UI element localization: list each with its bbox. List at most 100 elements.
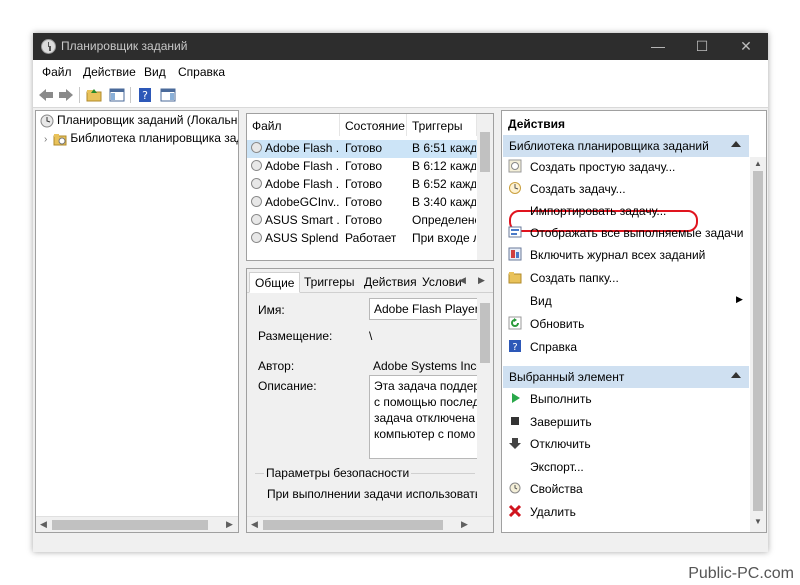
general-tab-content: Имя: Adobe Flash Player N Размещение: \ … bbox=[247, 293, 483, 517]
menu-help[interactable]: Справка bbox=[178, 65, 225, 79]
tree-library-label: Библиотека планировщика задa bbox=[70, 131, 239, 145]
svg-text:?: ? bbox=[142, 89, 148, 102]
collapse-caret-icon[interactable] bbox=[731, 372, 741, 378]
show-hide-action-pane-icon[interactable] bbox=[159, 86, 177, 104]
name-label: Имя: bbox=[258, 303, 285, 317]
close-button[interactable]: ✕ bbox=[724, 33, 768, 60]
details-horizontal-scrollbar[interactable]: ◀ ▶ bbox=[247, 516, 493, 532]
scrollbar-thumb[interactable] bbox=[480, 303, 490, 363]
library-section-title: Библиотека планировщика заданий bbox=[509, 139, 709, 153]
task-list-vertical-scrollbar[interactable] bbox=[477, 114, 493, 260]
forward-arrow-icon[interactable] bbox=[57, 86, 75, 104]
task-state-cell: Работает bbox=[345, 231, 397, 245]
security-run-as-text: При выполнении задачи использовать с bbox=[267, 487, 477, 501]
tree-horizontal-scrollbar[interactable]: ◀ ▶ bbox=[36, 516, 238, 532]
action-label: Вид bbox=[530, 294, 552, 308]
tab-scroll-right-icon[interactable]: ▶ bbox=[478, 275, 485, 286]
disable-icon bbox=[509, 438, 521, 449]
details-vertical-scrollbar[interactable] bbox=[477, 293, 493, 517]
task-trigger-cell: В 3:40 кажды bbox=[412, 195, 476, 209]
selected-section-title: Выбранный элемент bbox=[509, 370, 625, 384]
tree-item-library[interactable]: › Библиотека планировщика задa bbox=[44, 131, 239, 149]
actions-vertical-scrollbar[interactable]: ▲ ▼ bbox=[750, 157, 766, 532]
table-row[interactable]: ASUS Smart ... Готово Определено bbox=[247, 212, 477, 230]
action-label: Включить журнал всех заданий bbox=[530, 248, 706, 262]
properties-icon bbox=[509, 482, 521, 494]
table-row[interactable]: AdobeGCInv... Готово В 3:40 кажды bbox=[247, 194, 477, 212]
action-view-submenu[interactable]: Вид ▶ bbox=[508, 291, 748, 311]
tab-actions[interactable]: Действия bbox=[359, 272, 422, 293]
scroll-left-arrow-icon[interactable]: ◀ bbox=[251, 519, 258, 530]
title-bar: Планировщик заданий — ☐ ✕ bbox=[33, 33, 768, 60]
create-basic-task-icon bbox=[508, 159, 522, 173]
task-scheduler-window: Планировщик заданий — ☐ ✕ Файл Действие … bbox=[33, 33, 768, 552]
column-header-triggers[interactable]: Триггеры bbox=[407, 114, 477, 136]
task-state-cell: Готово bbox=[345, 213, 383, 227]
up-folder-icon[interactable] bbox=[85, 86, 103, 104]
scrollbar-thumb[interactable] bbox=[52, 520, 208, 530]
collapse-caret-icon[interactable] bbox=[731, 141, 741, 147]
back-arrow-icon[interactable] bbox=[37, 86, 55, 104]
column-header-file[interactable]: Файл bbox=[247, 114, 340, 136]
running-tasks-icon bbox=[508, 226, 522, 238]
scroll-down-arrow-icon[interactable]: ▼ bbox=[754, 517, 762, 526]
table-row[interactable]: Adobe Flash ... Готово В 6:12 кажды bbox=[247, 158, 477, 176]
submenu-arrow-icon: ▶ bbox=[736, 294, 743, 304]
description-line: Эта задача поддерж bbox=[374, 379, 479, 393]
stop-icon bbox=[511, 417, 519, 425]
action-label: Экспорт... bbox=[530, 460, 584, 474]
action-label: Справка bbox=[530, 340, 578, 354]
scroll-right-arrow-icon[interactable]: ▶ bbox=[461, 519, 468, 530]
scroll-up-arrow-icon[interactable]: ▲ bbox=[754, 159, 762, 168]
menu-action[interactable]: Действие bbox=[83, 65, 136, 79]
action-label: Отображать все выполняемые задачи bbox=[530, 226, 744, 240]
expand-chevron-icon[interactable]: › bbox=[44, 134, 47, 145]
task-clock-icon bbox=[251, 142, 262, 153]
task-clock-icon bbox=[251, 160, 262, 171]
task-clock-icon bbox=[251, 196, 262, 207]
security-group-title: Параметры безопасности bbox=[264, 466, 412, 480]
tab-general[interactable]: Общие bbox=[249, 272, 301, 293]
maximize-button[interactable]: ☐ bbox=[680, 33, 724, 60]
watermark: Public-PC.com bbox=[688, 565, 794, 582]
menu-view[interactable]: Вид bbox=[144, 65, 166, 79]
toolbar-separator bbox=[130, 87, 131, 103]
menu-file[interactable]: Файл bbox=[42, 65, 72, 79]
screenshot-stage: Планировщик заданий — ☐ ✕ Файл Действие … bbox=[0, 0, 800, 585]
task-name-cell: ASUS Splend... bbox=[251, 231, 339, 245]
task-name-field[interactable]: Adobe Flash Player N bbox=[369, 298, 479, 320]
table-row[interactable]: Adobe Flash ... Готово В 6:52 кажды bbox=[247, 176, 477, 194]
library-section-header[interactable]: Библиотека планировщика заданий bbox=[503, 135, 749, 157]
task-name-cell: ASUS Smart ... bbox=[251, 213, 339, 227]
description-field[interactable]: Эта задача поддерж с помощью послед зада… bbox=[369, 375, 479, 459]
scrollbar-thumb[interactable] bbox=[263, 520, 443, 530]
task-scheduler-clock-icon bbox=[41, 39, 56, 54]
tab-scroll-left-icon[interactable]: ◀ bbox=[459, 275, 466, 286]
action-label: Создать задачу... bbox=[530, 182, 626, 196]
scroll-left-arrow-icon[interactable]: ◀ bbox=[40, 519, 47, 530]
scrollbar-thumb[interactable] bbox=[480, 132, 490, 172]
location-label: Размещение: bbox=[258, 329, 333, 343]
table-row[interactable]: Adobe Flash ... Готово В 6:51 кажды bbox=[247, 140, 477, 158]
selected-item-section-header[interactable]: Выбранный элемент bbox=[503, 366, 749, 388]
action-label: Завершить bbox=[530, 415, 592, 429]
history-icon bbox=[508, 247, 522, 261]
action-label: Удалить bbox=[530, 505, 576, 519]
scroll-right-arrow-icon[interactable]: ▶ bbox=[226, 519, 233, 530]
task-trigger-cell: В 6:51 кажды bbox=[412, 141, 476, 155]
delete-icon bbox=[508, 504, 522, 518]
tab-triggers[interactable]: Триггеры bbox=[299, 272, 360, 293]
tree-item-root[interactable]: Планировщик заданий (Локальный bbox=[40, 113, 238, 131]
svg-text:?: ? bbox=[512, 342, 517, 353]
library-folder-icon bbox=[53, 133, 67, 146]
help-icon[interactable]: ? bbox=[136, 86, 154, 104]
table-row[interactable]: ASUS Splend... Работает При входе л bbox=[247, 230, 477, 248]
scrollbar-thumb[interactable] bbox=[753, 171, 763, 511]
run-icon bbox=[512, 393, 520, 403]
task-clock-icon bbox=[251, 178, 262, 189]
show-hide-console-tree-icon[interactable] bbox=[108, 86, 126, 104]
column-header-state[interactable]: Состояние bbox=[340, 114, 407, 136]
minimize-button[interactable]: — bbox=[636, 33, 680, 60]
task-clock-icon bbox=[251, 214, 262, 225]
task-state-cell: Готово bbox=[345, 141, 383, 155]
